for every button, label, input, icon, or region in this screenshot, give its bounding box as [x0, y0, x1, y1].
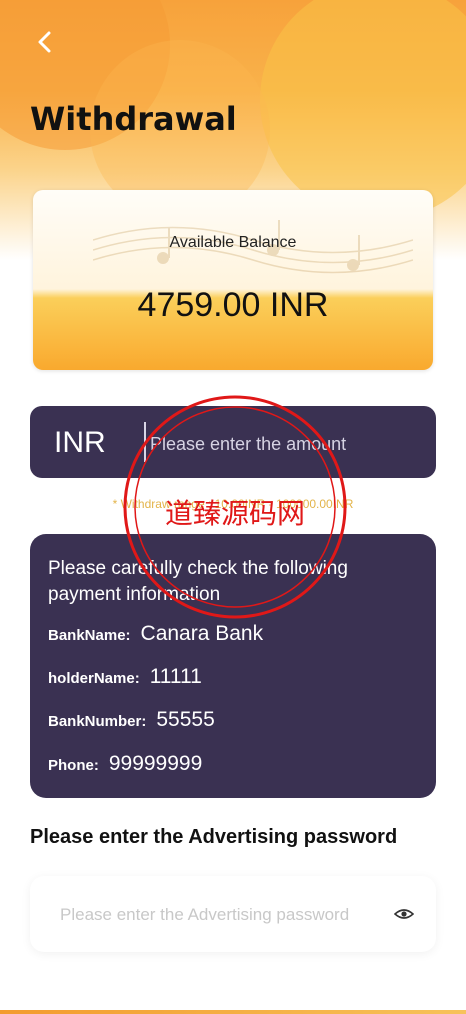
info-value: 55555 [156, 708, 215, 731]
balance-amount: 4759.00 INR [137, 286, 329, 324]
info-key: BankNumber: [48, 713, 147, 730]
password-field [30, 876, 436, 952]
info-row-bank-number: BankNumber: 55555 [48, 708, 215, 736]
back-button[interactable] [32, 28, 60, 56]
info-value: 99999999 [108, 752, 203, 775]
info-value: Canara Bank [140, 622, 264, 645]
info-row-phone: Phone: 99999999 [48, 752, 202, 780]
info-row-bank-name: BankName: Canara Bank [48, 622, 263, 650]
input-divider [144, 422, 146, 462]
bottom-divider [0, 1010, 466, 1014]
withdraw-range-note: * Withdraw range : 10.00INR - 100000.00I… [112, 497, 354, 511]
eye-icon[interactable] [394, 906, 414, 922]
payment-info-title: Please carefully check the following pay… [48, 558, 348, 605]
info-value: 11111 [149, 665, 202, 688]
password-label: Please enter the Advertising password [30, 826, 398, 848]
chevron-left-icon [38, 31, 51, 53]
password-input[interactable] [58, 900, 382, 930]
payment-info-card: Please carefully check the following pay… [30, 534, 436, 798]
decor-blob [260, 0, 466, 220]
page-title: Withdrawal [30, 100, 237, 138]
balance-label: Available Balance [169, 234, 297, 251]
currency-label: INR [54, 426, 106, 459]
balance-card: Available Balance 4759.00 INR [33, 190, 433, 370]
amount-input-bar: INR [30, 406, 436, 478]
info-key: holderName: [48, 670, 140, 687]
info-key: BankName: [48, 627, 131, 644]
info-row-holder-name: holderName: 11111 [48, 665, 202, 693]
amount-input[interactable] [148, 428, 422, 460]
info-key: Phone: [48, 757, 99, 774]
